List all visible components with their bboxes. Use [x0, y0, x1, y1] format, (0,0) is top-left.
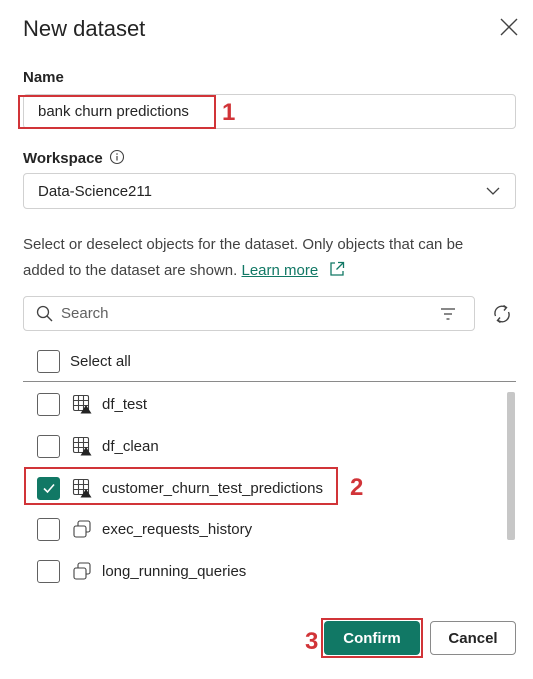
list-scrollbar[interactable]	[507, 392, 515, 540]
item-checkbox[interactable]	[37, 434, 60, 458]
list-item[interactable]: df_clean	[37, 434, 159, 458]
select-all-checkbox[interactable]	[37, 350, 60, 373]
filter-icon[interactable]	[440, 307, 456, 321]
highlight-selected-item	[24, 467, 338, 505]
cancel-button[interactable]: Cancel	[430, 621, 516, 655]
step-1-marker: 1	[222, 99, 236, 126]
table-icon	[72, 436, 92, 456]
refresh-icon	[494, 304, 510, 324]
view-icon	[73, 520, 91, 538]
confirm-button[interactable]: Confirm	[324, 621, 420, 655]
close-button[interactable]	[496, 14, 522, 40]
select-all-row[interactable]: Select all	[37, 350, 131, 373]
info-icon[interactable]	[109, 149, 125, 165]
dialog-title: New dataset	[23, 16, 146, 41]
list-item[interactable]: long_running_queries	[37, 559, 246, 583]
view-icon	[73, 562, 91, 580]
chevron-down-icon	[486, 187, 500, 195]
refresh-button[interactable]	[490, 302, 514, 326]
search-input[interactable]	[61, 305, 421, 322]
description-text: Select or deselect objects for the datas…	[23, 232, 503, 284]
item-label: df_clean	[102, 437, 159, 455]
step-3-marker: 3	[305, 628, 319, 655]
workspace-dropdown-value: Data-Science211	[38, 182, 152, 200]
external-link-icon[interactable]	[328, 260, 346, 278]
learn-more-link[interactable]: Learn more	[242, 262, 319, 279]
item-checkbox[interactable]	[37, 517, 60, 541]
item-label: df_test	[102, 395, 148, 413]
item-checkbox[interactable]	[37, 392, 60, 416]
search-box[interactable]	[23, 296, 475, 331]
close-icon	[500, 18, 518, 36]
name-label: Name	[23, 69, 64, 86]
item-checkbox[interactable]	[37, 559, 60, 583]
search-icon	[36, 305, 53, 322]
highlight-name	[18, 95, 216, 129]
item-label: long_running_queries	[102, 562, 247, 580]
workspace-label-text: Workspace	[23, 150, 103, 167]
list-divider	[23, 381, 516, 382]
step-2-marker: 2	[350, 474, 364, 501]
table-icon	[72, 394, 92, 414]
workspace-label: Workspace	[23, 149, 125, 167]
select-all-label: Select all	[70, 353, 131, 370]
item-label: exec_requests_history	[102, 520, 253, 538]
list-item[interactable]: exec_requests_history	[37, 517, 252, 541]
workspace-dropdown[interactable]: Data-Science211	[23, 173, 516, 209]
list-item[interactable]: df_test	[37, 392, 147, 416]
